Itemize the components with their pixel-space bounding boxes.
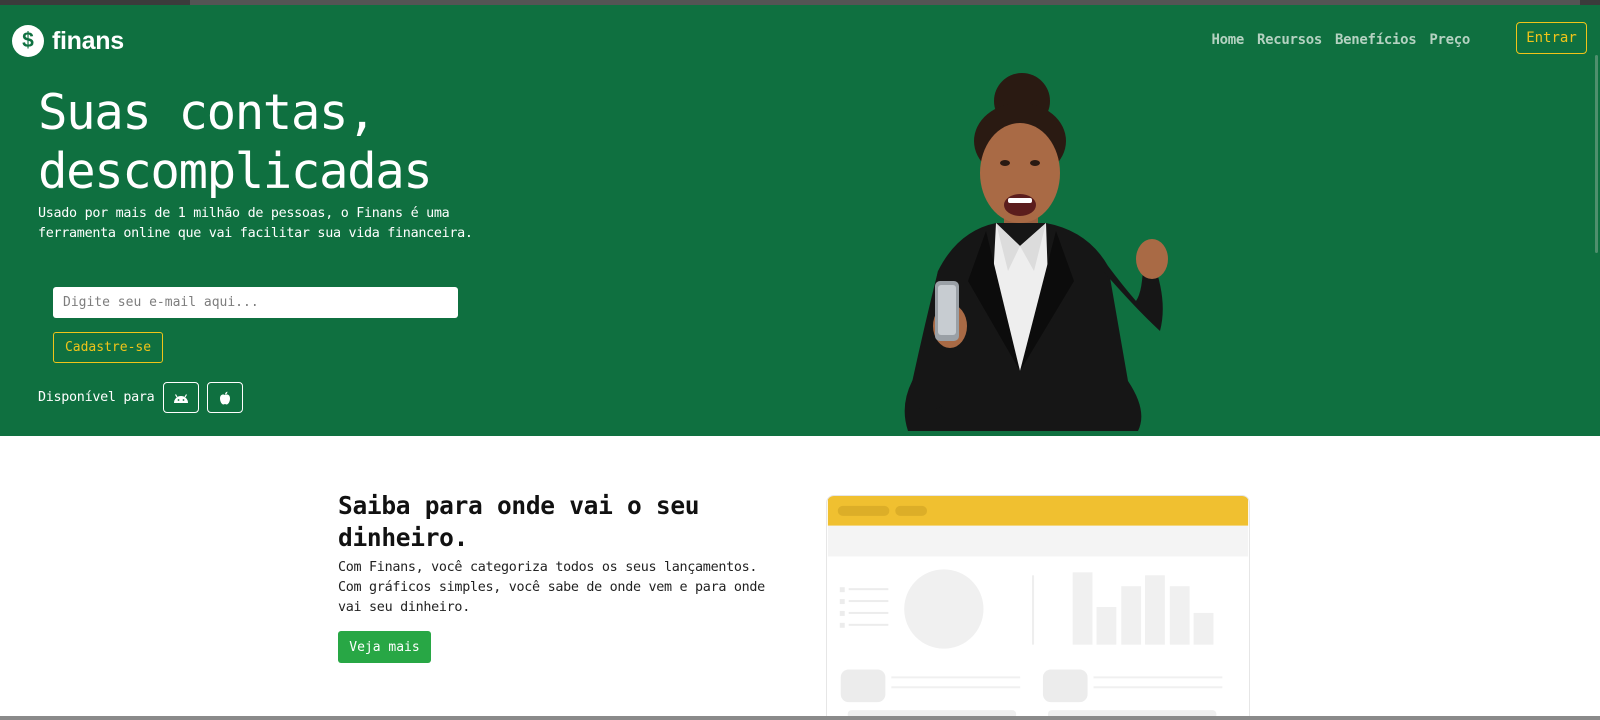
login-button[interactable]: Entrar <box>1516 22 1587 54</box>
feature-title: Saiba para onde vai o seu dinheiro. <box>338 491 700 552</box>
dollar-circle-icon: $ <box>12 25 44 57</box>
platform-availability: Disponível para <box>38 382 244 413</box>
available-label: Disponível para <box>38 390 155 405</box>
android-icon <box>174 393 189 403</box>
hero-person-image <box>904 73 1168 431</box>
brand-logo[interactable]: $ finans <box>12 25 124 57</box>
nav-link-preco[interactable]: Preço <box>1429 32 1470 48</box>
feature-description: Com Finans, você categoriza todos os seu… <box>338 560 765 615</box>
horizontal-scrollbar[interactable] <box>0 716 1600 720</box>
apple-icon <box>220 391 231 404</box>
signup-button[interactable]: Cadastre-se <box>53 332 163 363</box>
nav-link-beneficios[interactable]: Benefícios <box>1335 32 1417 48</box>
email-input[interactable] <box>53 287 458 318</box>
nav-link-recursos[interactable]: Recursos <box>1257 32 1322 48</box>
hero-title-line-2: descomplicadas <box>38 143 433 200</box>
hero-description: Usado por mais de 1 milhão de pessoas, o… <box>38 206 473 241</box>
hero-title-line-1: Suas contas, <box>38 84 377 141</box>
see-more-button[interactable]: Veja mais <box>338 631 431 663</box>
android-button[interactable] <box>163 382 200 413</box>
hero-section: $ finans Home Recursos Benefícios Preço … <box>0 5 1600 436</box>
dashboard-preview-illustration <box>826 495 1250 720</box>
apple-button[interactable] <box>207 382 244 413</box>
nav-link-home[interactable]: Home <box>1212 32 1245 48</box>
hero-title: Suas contas, descomplicadas <box>38 83 433 201</box>
scrollbar-thumb[interactable] <box>1595 55 1598 253</box>
main-nav: Home Recursos Benefícios Preço <box>1212 32 1471 48</box>
brand-name: finans <box>52 26 124 55</box>
